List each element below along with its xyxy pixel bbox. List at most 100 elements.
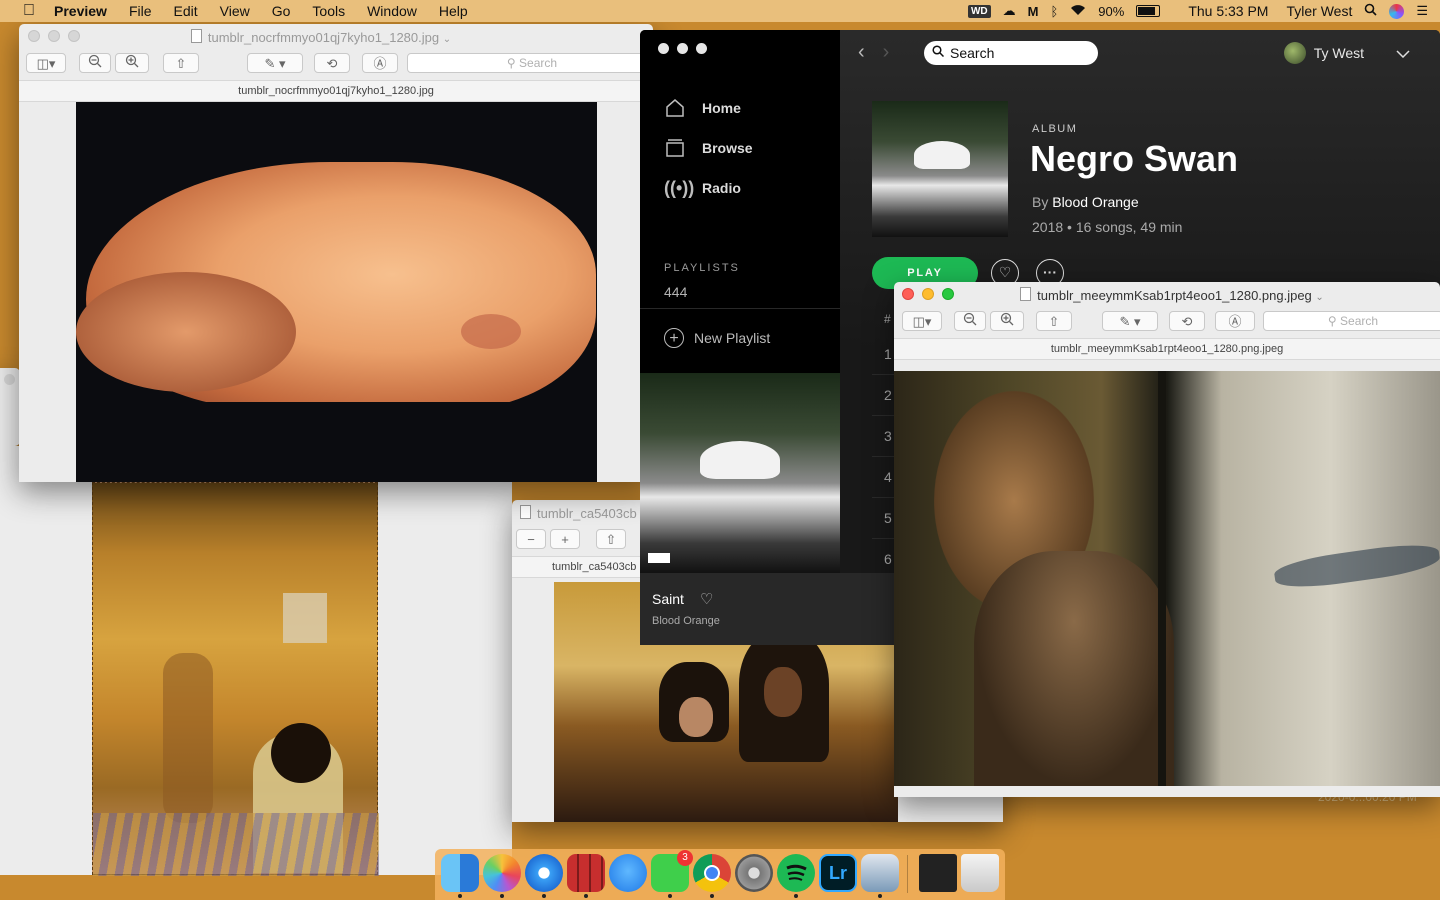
close-button[interactable] xyxy=(658,43,669,54)
zoom-out-button[interactable] xyxy=(954,311,986,331)
sidebar-item-radio[interactable]: ((•)) Radio xyxy=(664,177,741,199)
share-button[interactable]: ⇧ xyxy=(596,529,626,549)
finder-icon[interactable] xyxy=(441,854,479,892)
track-number[interactable]: 6 xyxy=(884,551,892,567)
menu-file[interactable]: File xyxy=(129,3,152,19)
preview-icon[interactable] xyxy=(861,854,899,892)
window-title: tumblr_meeymmKsab1rpt4eoo1_1280.png.jpeg xyxy=(1037,288,1312,303)
sidebar-toggle-button[interactable]: ◫▾ xyxy=(26,53,66,73)
chevron-down-icon[interactable]: ⌄ xyxy=(1315,292,1323,303)
new-playlist-button[interactable]: + New Playlist xyxy=(664,328,770,348)
window-title: tumblr_ca5403cb xyxy=(537,506,637,521)
list-icon[interactable]: ☰ xyxy=(1416,3,1428,19)
now-playing-artist[interactable]: Blood Orange xyxy=(652,615,720,627)
spotify-icon[interactable] xyxy=(777,854,815,892)
sidebar-item-home[interactable]: Home xyxy=(664,97,741,119)
search-field[interactable]: ⚲ Search xyxy=(1263,311,1440,331)
clock[interactable]: Thu 5:33 PM xyxy=(1188,3,1268,19)
filename-bar: tumblr_meeymmKsab1rpt4eoo1_1280.png.jpeg xyxy=(894,338,1440,360)
search-field[interactable]: ⚲ Search xyxy=(407,53,653,73)
new-playlist-label: New Playlist xyxy=(694,330,771,346)
share-button[interactable]: ⇧ xyxy=(163,53,199,73)
zoom-in-button[interactable] xyxy=(990,311,1024,331)
playlist-item[interactable]: 444 xyxy=(664,284,687,300)
menu-view[interactable]: View xyxy=(220,3,250,19)
track-number[interactable]: 1 xyxy=(884,346,892,362)
menu-go[interactable]: Go xyxy=(272,3,291,19)
track-number[interactable]: 5 xyxy=(884,510,892,526)
screen-capture-icon[interactable] xyxy=(919,854,957,892)
menu-tools[interactable]: Tools xyxy=(312,3,345,19)
back-arrow-icon[interactable]: ‹ xyxy=(858,41,883,63)
m-icon[interactable]: M xyxy=(1028,4,1039,19)
preview-window-background xyxy=(0,368,20,446)
menu-help[interactable]: Help xyxy=(439,3,468,19)
spotify-sidebar: Home Browse ((•)) Radio PLAYLISTS 444 + … xyxy=(640,30,840,645)
window-button[interactable] xyxy=(4,374,15,385)
zoom-in-button[interactable]: + xyxy=(550,529,580,549)
window-controls[interactable] xyxy=(658,43,707,54)
window-titlebar[interactable]: tumblr_nocrfmmyo01qj7kyho1_1280.jpg ⌄ xyxy=(19,24,653,50)
running-indicator xyxy=(710,894,714,898)
track-number[interactable]: 3 xyxy=(884,428,892,444)
messages-icon[interactable] xyxy=(609,854,647,892)
search-placeholder: Search xyxy=(1340,314,1379,328)
safari-icon[interactable] xyxy=(525,854,563,892)
running-indicator xyxy=(668,894,672,898)
wifi-icon[interactable] xyxy=(1070,4,1086,19)
facetime-icon[interactable]: 3 xyxy=(651,850,693,892)
running-indicator xyxy=(542,894,546,898)
photos-icon[interactable] xyxy=(483,854,521,892)
battery-icon[interactable] xyxy=(1136,5,1161,17)
menu-bar:  Preview File Edit View Go Tools Window… xyxy=(0,0,1440,22)
window-titlebar[interactable]: tumblr_meeymmKsab1rpt4eoo1_1280.png.jpeg… xyxy=(894,282,1440,308)
zoom-out-button[interactable] xyxy=(79,53,111,73)
trash-icon[interactable] xyxy=(961,854,999,892)
sidebar-item-browse[interactable]: Browse xyxy=(664,137,753,159)
apple-icon[interactable]:  xyxy=(20,2,38,20)
menu-app-name[interactable]: Preview xyxy=(54,3,107,19)
zoom-button[interactable] xyxy=(696,43,707,54)
chrome-icon[interactable] xyxy=(693,854,731,892)
preview-window-1: tumblr_nocrfmmyo01qj7kyho1_1280.jpg ⌄ ◫▾… xyxy=(19,24,653,482)
markup-pen-button[interactable]: ✎ ▾ xyxy=(247,53,303,73)
chevron-down-icon[interactable] xyxy=(1396,45,1410,61)
heart-icon[interactable]: ♡ xyxy=(700,590,713,608)
user-menu[interactable]: Ty West xyxy=(1283,42,1410,64)
avatar xyxy=(1283,42,1306,64)
menu-edit[interactable]: Edit xyxy=(174,3,198,19)
preview-viewer-portrait xyxy=(0,446,512,876)
siri-icon[interactable] xyxy=(1389,3,1405,19)
share-button[interactable]: ⇧ xyxy=(1036,311,1072,331)
dock: 3 Lr xyxy=(435,849,1005,900)
rotate-button[interactable]: ⟲ xyxy=(1169,311,1205,331)
photo-booth-icon[interactable] xyxy=(567,854,605,892)
menu-window[interactable]: Window xyxy=(367,3,417,19)
album-meta: 2018 • 16 songs, 49 min xyxy=(1032,219,1183,235)
markup-toolbar-button[interactable]: Ⓐ xyxy=(362,53,398,73)
rotate-button[interactable]: ⟲ xyxy=(314,53,350,73)
minimize-button[interactable] xyxy=(677,43,688,54)
track-number[interactable]: 4 xyxy=(884,469,892,485)
search-input[interactable]: Search xyxy=(924,41,1098,65)
bluetooth-icon[interactable]: ᛒ xyxy=(1050,4,1058,19)
markup-toolbar-button[interactable]: Ⓐ xyxy=(1215,311,1255,331)
creative-cloud-icon[interactable]: ☁ xyxy=(1003,3,1016,19)
artist-link[interactable]: Blood Orange xyxy=(1052,194,1138,210)
search-icon[interactable] xyxy=(1364,3,1377,19)
forward-arrow-icon[interactable]: › xyxy=(883,41,908,63)
system-preferences-icon[interactable] xyxy=(735,854,773,892)
track-number[interactable]: 2 xyxy=(884,387,892,403)
user-name[interactable]: Tyler West xyxy=(1286,3,1352,19)
window-toolbar: ◫▾ ⇧ ✎ ▾ ⟲ Ⓐ ⚲ Search xyxy=(19,50,653,80)
chevron-down-icon[interactable]: ⌄ xyxy=(443,34,451,45)
zoom-in-button[interactable] xyxy=(115,53,149,73)
now-playing-album-art[interactable] xyxy=(640,373,840,573)
lightroom-icon[interactable]: Lr xyxy=(819,854,857,892)
zoom-out-button[interactable]: − xyxy=(516,529,546,549)
markup-pen-button[interactable]: ✎ ▾ xyxy=(1102,311,1158,331)
document-icon xyxy=(190,29,202,43)
sidebar-toggle-button[interactable]: ◫▾ xyxy=(902,311,942,331)
now-playing-title[interactable]: Saint xyxy=(652,591,684,607)
wd-icon[interactable]: WD xyxy=(967,4,991,18)
